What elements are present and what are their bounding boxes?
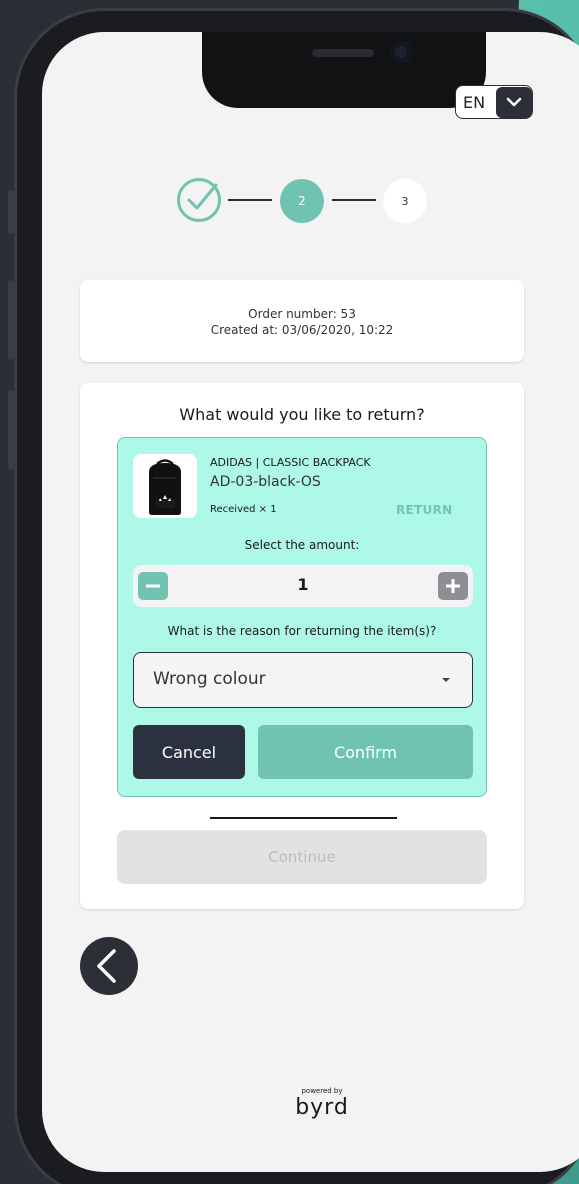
amount-label: Select the amount:	[244, 538, 360, 552]
chevron-left-icon	[97, 949, 116, 983]
product-image	[133, 454, 197, 518]
language-code: EN	[463, 92, 486, 112]
order-number: Order number: 53	[248, 307, 356, 321]
return-item-panel: ADIDAS | CLASSIC BACKPACK AD-03-black-OS…	[117, 437, 487, 797]
language-selector[interactable]: EN	[455, 85, 533, 119]
phone-screen: EN 2 3 Order number: 53 Created at: 03/0…	[42, 32, 579, 1172]
step-3-indicator: 3	[383, 179, 427, 223]
phone-notch	[202, 32, 486, 108]
return-title: What would you like to return?	[179, 405, 425, 424]
step-connector-1	[228, 199, 272, 201]
order-created-at: Created at: 03/06/2020, 10:22	[210, 323, 394, 337]
cancel-button[interactable]: Cancel	[133, 725, 245, 779]
back-button[interactable]	[80, 937, 138, 995]
return-item-link[interactable]: RETURN	[396, 503, 452, 517]
reason-dropdown[interactable]: Wrong colour	[133, 652, 473, 708]
return-card: What would you like to return? ADIDAS | …	[80, 383, 524, 909]
caret-down-icon	[442, 678, 450, 682]
step-connector-2	[332, 199, 376, 201]
product-sku: AD-03-black-OS	[210, 474, 321, 490]
confirm-button[interactable]: Confirm	[258, 725, 473, 779]
powered-by-footer: powered by byrd	[42, 1087, 579, 1120]
section-divider	[210, 817, 397, 819]
order-info-card: Order number: 53 Created at: 03/06/2020,…	[80, 280, 524, 362]
progress-stepper: 2 3	[176, 177, 436, 223]
reason-question: What is the reason for returning the ite…	[167, 624, 437, 638]
speaker-grille	[312, 49, 374, 57]
product-name: ADIDAS | CLASSIC BACKPACK	[210, 456, 371, 469]
powered-by-text: powered by	[301, 1087, 343, 1095]
step-2-indicator: 2	[280, 179, 324, 223]
reason-selected-value: Wrong colour	[153, 669, 266, 689]
quantity-value: 1	[297, 575, 309, 594]
received-quantity: Received × 1	[210, 504, 277, 515]
increase-quantity-button[interactable]	[438, 572, 468, 600]
byrd-logo: byrd	[295, 1095, 349, 1120]
continue-button[interactable]: Continue	[117, 830, 487, 884]
front-camera	[390, 41, 412, 63]
step-1-check-icon	[177, 178, 221, 222]
plus-icon	[446, 579, 460, 593]
quantity-stepper: 1	[133, 565, 473, 607]
chevron-down-icon	[495, 86, 532, 118]
